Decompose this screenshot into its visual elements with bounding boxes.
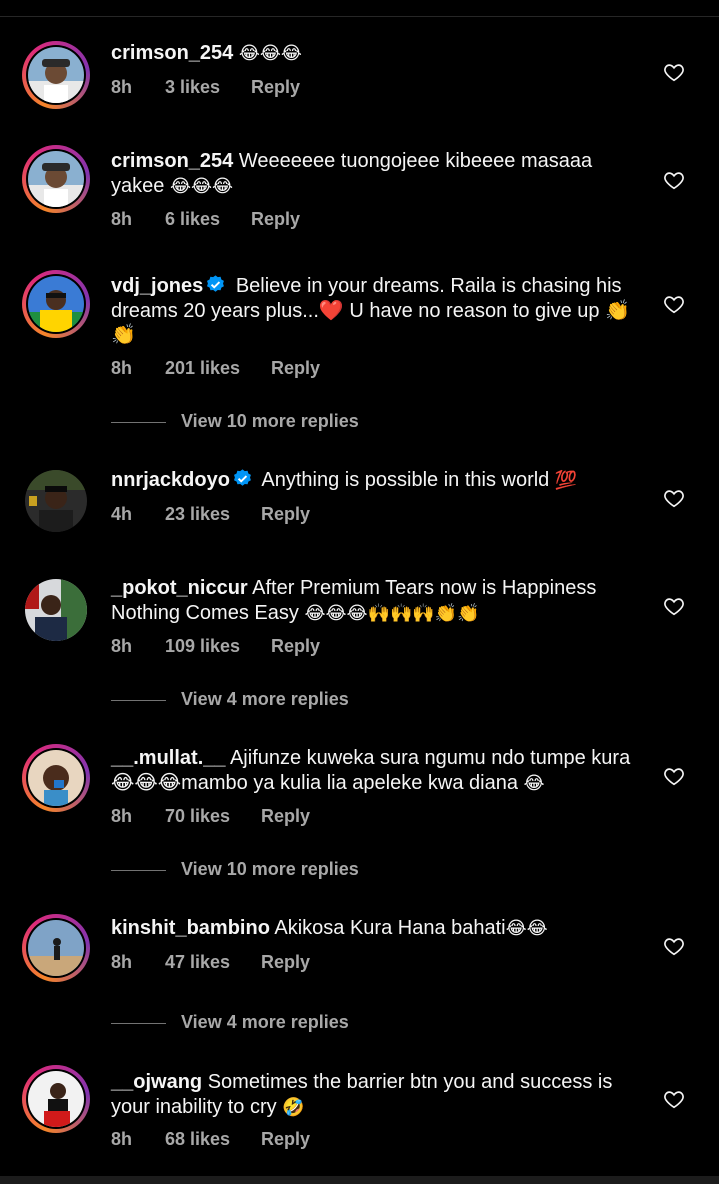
comment-username[interactable]: vdj_jones (111, 275, 203, 297)
comment-username[interactable]: kinshit_bambino (111, 917, 270, 939)
comment-emoji: 😂😂 (505, 918, 548, 939)
reply-button[interactable]: Reply (271, 358, 320, 379)
reply-button[interactable]: Reply (251, 77, 300, 98)
comment-likes[interactable]: 3 likes (165, 77, 220, 98)
comment-time: 8h (111, 77, 133, 97)
comment-emoji: 🤣 (282, 1096, 305, 1118)
top-divider (0, 16, 719, 17)
comment-emoji: 😂😂😂🙌🙌🙌👏👏 (304, 602, 480, 624)
comment-time: 8h (111, 806, 133, 826)
avatar[interactable] (22, 467, 90, 535)
comment-text: Akikosa Kura Hana bahati (274, 917, 506, 939)
comment-body: kinshit_bambino Akikosa Kura Hana bahati… (111, 916, 641, 942)
comment-body: crimson_254 😂😂😂 (111, 41, 641, 67)
divider (111, 700, 166, 701)
heart-outline-icon[interactable] (663, 765, 685, 787)
bottom-bar (0, 1176, 719, 1184)
heart-outline-icon[interactable] (663, 595, 685, 617)
view-more-replies-label[interactable]: View 4 more replies (181, 1012, 349, 1033)
comment-username[interactable]: crimson_254 (111, 42, 233, 64)
comment-likes[interactable]: 6 likes (165, 209, 220, 230)
reply-button[interactable]: Reply (271, 636, 320, 657)
heart-outline-icon[interactable] (663, 1088, 685, 1110)
view-more-replies-label[interactable]: View 10 more replies (181, 411, 359, 432)
heart-outline-icon[interactable] (663, 169, 685, 191)
comment-likes[interactable]: 109 likes (165, 636, 240, 657)
comment-body: nnrjackdoyo Anything is possible in this… (111, 468, 641, 494)
view-more-replies-label[interactable]: View 4 more replies (181, 689, 349, 710)
comment-username[interactable]: __.mullat.__ (111, 747, 226, 769)
reply-button[interactable]: Reply (261, 952, 310, 973)
comment-time: 8h (111, 1129, 133, 1149)
avatar[interactable] (22, 1065, 90, 1133)
comment-likes[interactable]: 70 likes (165, 806, 230, 827)
reply-button[interactable]: Reply (261, 504, 310, 525)
comment-body: __ojwang Sometimes the barrier btn you a… (111, 1070, 641, 1120)
comment-emoji: 😂😂😂 (238, 43, 302, 64)
comment-username[interactable]: __ojwang (111, 1071, 202, 1093)
heart-outline-icon[interactable] (663, 293, 685, 315)
divider (111, 422, 166, 423)
heart-outline-icon[interactable] (663, 935, 685, 957)
heart-outline-icon[interactable] (663, 61, 685, 83)
comment-likes[interactable]: 47 likes (165, 952, 230, 973)
comment-username[interactable]: nnrjackdoyo (111, 469, 230, 491)
comment-time: 8h (111, 209, 133, 229)
avatar[interactable] (22, 576, 90, 644)
comment-username[interactable]: crimson_254 (111, 150, 233, 172)
avatar[interactable] (22, 145, 90, 213)
comment-username[interactable]: _pokot_niccur (111, 577, 248, 599)
comment-time: 4h (111, 504, 133, 524)
avatar[interactable] (22, 270, 90, 338)
reply-button[interactable]: Reply (261, 806, 310, 827)
comment-time: 8h (111, 358, 133, 378)
verified-badge-icon (207, 275, 225, 292)
comment-time: 8h (111, 952, 133, 972)
divider (111, 1023, 166, 1024)
avatar[interactable] (22, 744, 90, 812)
comment-body: vdj_jones Believe in your dreams. Raila … (111, 274, 641, 348)
comment-body: _pokot_niccur After Premium Tears now is… (111, 576, 641, 626)
comment-body: __.mullat.__ Ajifunze kuweka sura ngumu … (111, 746, 641, 796)
comment-likes[interactable]: 201 likes (165, 358, 240, 379)
comment-body: crimson_254 Weeeeeee tuongojeee kibeeee … (111, 149, 641, 199)
view-more-replies-label[interactable]: View 10 more replies (181, 859, 359, 880)
verified-badge-icon (233, 469, 251, 486)
comment-likes[interactable]: 68 likes (165, 1129, 230, 1150)
comment-likes[interactable]: 23 likes (165, 504, 230, 525)
comment-emoji: 😂😂😂 (169, 175, 234, 197)
comment-emoji: 😂 (523, 772, 545, 794)
divider (111, 870, 166, 871)
reply-button[interactable]: Reply (261, 1129, 310, 1150)
heart-outline-icon[interactable] (663, 487, 685, 509)
avatar[interactable] (22, 41, 90, 109)
comment-emoji: 💯 (554, 470, 578, 491)
reply-button[interactable]: Reply (251, 209, 300, 230)
comment-text: Anything is possible in this world (261, 469, 550, 491)
avatar[interactable] (22, 914, 90, 982)
comment-time: 8h (111, 636, 133, 656)
